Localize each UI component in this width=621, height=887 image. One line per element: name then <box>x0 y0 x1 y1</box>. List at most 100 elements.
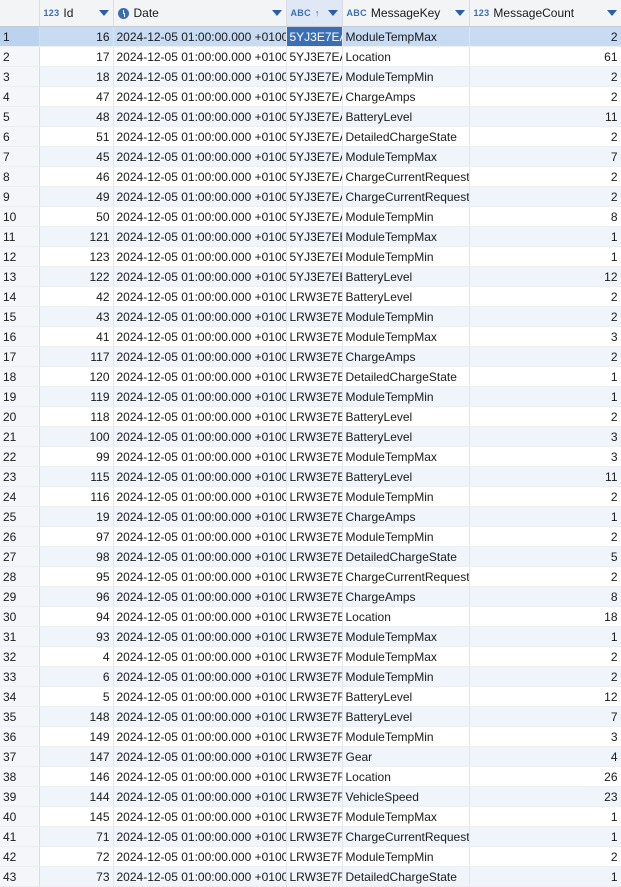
date-cell[interactable]: 2024-12-05 01:00:00.000 +0100 <box>113 386 287 407</box>
carid-cell[interactable]: LRW3E7E <box>286 466 343 487</box>
carid-cell[interactable]: 5YJ3E7EB <box>286 226 343 247</box>
table-row[interactable]: 10 50 2024-12-05 01:00:00.000 +0100 5YJ3E7E… <box>0 206 621 227</box>
table-row[interactable]: 20 118 2024-12-05 01:00:00.000 +0100 LRW3E7… <box>0 406 621 427</box>
table-row[interactable]: 41 71 2024-12-05 01:00:00.000 +0100 LRW3E7F… <box>0 826 621 847</box>
messagecount-cell[interactable]: 18 <box>469 606 621 627</box>
table-row[interactable]: 2 17 2024-12-05 01:00:00.000 +0100 5YJ3E7EA… <box>0 46 621 67</box>
row-number-cell[interactable]: 30 <box>0 606 40 627</box>
filter-dropdown-icon[interactable] <box>327 10 338 16</box>
row-number-cell[interactable]: 27 <box>0 546 40 567</box>
carid-cell[interactable]: LRW3E7E <box>286 306 343 327</box>
carid-cell[interactable]: LRW3E7E <box>286 446 343 467</box>
messagekey-cell[interactable]: ModuleTempMin <box>342 666 470 687</box>
messagecount-cell[interactable]: 26 <box>469 766 621 787</box>
carid-cell[interactable]: LRW3E7F <box>286 746 343 767</box>
messagecount-cell[interactable]: 3 <box>469 726 621 747</box>
carid-cell[interactable]: LRW3E7F <box>286 806 343 827</box>
id-cell[interactable]: 98 <box>39 546 114 567</box>
date-cell[interactable]: 2024-12-05 01:00:00.000 +0100 <box>113 646 287 667</box>
messagecount-cell[interactable]: 11 <box>469 466 621 487</box>
carid-cell[interactable]: LRW3E7E <box>286 626 343 647</box>
messagecount-cell[interactable]: 23 <box>469 786 621 807</box>
messagecount-cell[interactable]: 12 <box>469 266 621 287</box>
id-cell[interactable]: 99 <box>39 446 114 467</box>
table-row[interactable]: 18 120 2024-12-05 01:00:00.000 +0100 LRW3E7… <box>0 366 621 387</box>
date-cell[interactable]: 2024-12-05 01:00:00.000 +0100 <box>113 626 287 647</box>
id-cell[interactable]: 96 <box>39 586 114 607</box>
messagecount-cell[interactable]: 2 <box>469 846 621 867</box>
table-row[interactable]: 29 96 2024-12-05 01:00:00.000 +0100 LRW3E7E… <box>0 586 621 607</box>
table-row[interactable]: 23 115 2024-12-05 01:00:00.000 +0100 LRW3E7… <box>0 466 621 487</box>
id-cell[interactable]: 149 <box>39 726 114 747</box>
messagekey-cell[interactable]: ModuleTempMax <box>342 626 470 647</box>
messagekey-cell[interactable]: ModuleTempMax <box>342 326 470 347</box>
table-row[interactable]: 30 94 2024-12-05 01:00:00.000 +0100 LRW3E7E… <box>0 606 621 627</box>
messagekey-cell[interactable]: BatteryLevel <box>342 426 470 447</box>
id-cell[interactable]: 49 <box>39 186 114 207</box>
table-row[interactable]: 5 48 2024-12-05 01:00:00.000 +0100 5YJ3E7EA… <box>0 106 621 127</box>
table-row[interactable]: 14 42 2024-12-05 01:00:00.000 +0100 LRW3E7E… <box>0 286 621 307</box>
id-cell[interactable]: 95 <box>39 566 114 587</box>
messagekey-cell[interactable]: BatteryLevel <box>342 466 470 487</box>
row-number-cell[interactable]: 5 <box>0 106 40 127</box>
id-cell[interactable]: 73 <box>39 866 114 887</box>
row-number-cell[interactable]: 1 <box>0 26 40 47</box>
table-row[interactable]: 37 147 2024-12-05 01:00:00.000 +0100 LRW3E7… <box>0 746 621 767</box>
row-number-cell[interactable]: 32 <box>0 646 40 667</box>
row-number-cell[interactable]: 7 <box>0 146 40 167</box>
id-cell[interactable]: 43 <box>39 306 114 327</box>
id-cell[interactable]: 93 <box>39 626 114 647</box>
table-row[interactable]: 24 116 2024-12-05 01:00:00.000 +0100 LRW3E7… <box>0 486 621 507</box>
date-cell[interactable]: 2024-12-05 01:00:00.000 +0100 <box>113 826 287 847</box>
id-cell[interactable]: 118 <box>39 406 114 427</box>
carid-cell[interactable]: LRW3E7E <box>286 346 343 367</box>
table-row[interactable]: 33 6 2024-12-05 01:00:00.000 +0100 LRW3E7F M… <box>0 666 621 687</box>
row-number-cell[interactable]: 21 <box>0 426 40 447</box>
messagecount-cell[interactable]: 2 <box>469 26 621 47</box>
table-row[interactable]: 16 41 2024-12-05 01:00:00.000 +0100 LRW3E7E… <box>0 326 621 347</box>
messagekey-cell[interactable]: BatteryLevel <box>342 106 470 127</box>
carid-cell[interactable]: 5YJ3E7EA <box>286 66 343 87</box>
id-cell[interactable]: 119 <box>39 386 114 407</box>
table-row[interactable]: 9 49 2024-12-05 01:00:00.000 +0100 5YJ3E7EA… <box>0 186 621 207</box>
date-cell[interactable]: 2024-12-05 01:00:00.000 +0100 <box>113 466 287 487</box>
row-number-cell[interactable]: 12 <box>0 246 40 267</box>
date-cell[interactable]: 2024-12-05 01:00:00.000 +0100 <box>113 606 287 627</box>
table-row[interactable]: 15 43 2024-12-05 01:00:00.000 +0100 LRW3E7E… <box>0 306 621 327</box>
id-cell[interactable]: 45 <box>39 146 114 167</box>
id-cell[interactable]: 41 <box>39 326 114 347</box>
carid-cell[interactable]: LRW3E7F <box>286 766 343 787</box>
carid-cell[interactable]: LRW3E7F <box>286 706 343 727</box>
row-number-cell[interactable]: 2 <box>0 46 40 67</box>
carid-cell[interactable]: LRW3E7E <box>286 426 343 447</box>
id-cell[interactable]: 148 <box>39 706 114 727</box>
date-cell[interactable]: 2024-12-05 01:00:00.000 +0100 <box>113 726 287 747</box>
table-row[interactable]: 34 5 2024-12-05 01:00:00.000 +0100 LRW3E7F B… <box>0 686 621 707</box>
messagekey-cell[interactable]: Location <box>342 606 470 627</box>
table-row[interactable]: 39 144 2024-12-05 01:00:00.000 +0100 LRW3E7… <box>0 786 621 807</box>
carid-cell[interactable]: 5YJ3E7EA <box>286 106 343 127</box>
carid-cell[interactable]: LRW3E7E <box>286 606 343 627</box>
carid-cell[interactable]: LRW3E7E <box>286 506 343 527</box>
messagecount-cell[interactable]: 2 <box>469 306 621 327</box>
date-cell[interactable]: 2024-12-05 01:00:00.000 +0100 <box>113 146 287 167</box>
messagecount-cell[interactable]: 2 <box>469 566 621 587</box>
date-cell[interactable]: 2024-12-05 01:00:00.000 +0100 <box>113 66 287 87</box>
date-cell[interactable]: 2024-12-05 01:00:00.000 +0100 <box>113 506 287 527</box>
carid-cell[interactable]: 5YJ3E7EA <box>286 46 343 67</box>
table-row[interactable]: 38 146 2024-12-05 01:00:00.000 +0100 LRW3E7… <box>0 766 621 787</box>
id-cell[interactable]: 19 <box>39 506 114 527</box>
row-number-cell[interactable]: 34 <box>0 686 40 707</box>
table-row[interactable]: 1 16 2024-12-05 01:00:00.000 +0100 5YJ3E7EA… <box>0 26 621 47</box>
carid-cell[interactable]: LRW3E7E <box>286 386 343 407</box>
messagecount-cell[interactable]: 61 <box>469 46 621 67</box>
messagekey-cell[interactable]: ModuleTempMax <box>342 146 470 167</box>
id-cell[interactable]: 48 <box>39 106 114 127</box>
messagekey-cell[interactable]: ModuleTempMax <box>342 226 470 247</box>
messagecount-cell[interactable]: 1 <box>469 626 621 647</box>
date-cell[interactable]: 2024-12-05 01:00:00.000 +0100 <box>113 226 287 247</box>
carid-cell[interactable]: 5YJ3E7EB <box>286 246 343 267</box>
id-cell[interactable]: 115 <box>39 466 114 487</box>
date-cell[interactable]: 2024-12-05 01:00:00.000 +0100 <box>113 26 287 47</box>
result-grid[interactable]: 123 Id Date ABC ↑ ABC MessageKey 123 Mes… <box>0 0 621 887</box>
